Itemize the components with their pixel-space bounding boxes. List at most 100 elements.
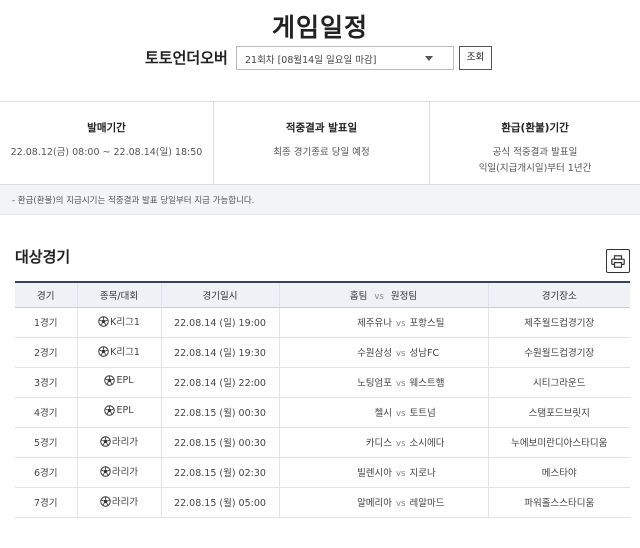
match-teams: 카디스 vs 소시에다 <box>278 427 488 458</box>
league-cell: 라리가 <box>76 487 161 518</box>
league-cell: 라리가 <box>76 457 161 488</box>
home-team: 제주유나 <box>357 318 393 329</box>
league-name: EPL <box>116 375 134 386</box>
table-row[interactable]: 2경기 K리그1 22.08.14 (일) 19:30 수원삼성 vs 성남FC 수… <box>15 337 630 368</box>
match-no: 7경기 <box>15 487 77 518</box>
league-name: EPL <box>116 405 134 416</box>
match-teams: 알메리아 vs 레알마드 <box>278 487 488 518</box>
col-header-vs: vs <box>374 291 384 302</box>
soccer-ball-icon <box>98 316 109 327</box>
venue: 수원월드컵경기장 <box>487 337 630 368</box>
round-select-value: 21회차 [08월14일 일요일 마감] <box>245 55 377 66</box>
section-title: 대상경기 <box>15 248 71 266</box>
match-no: 5경기 <box>15 427 77 458</box>
table-row[interactable]: 4경기 EPL 22.08.15 (월) 00:30 첼시 vs 토트넘 스탬포드브… <box>15 397 630 428</box>
league-name: 라리가 <box>111 497 139 509</box>
caret-down-icon <box>425 56 433 61</box>
match-table: 경기 종목/대회 경기일시 홈팀 vs 원정팀 경기장소 1경기 K리그1 22… <box>15 281 630 518</box>
home-team: 알메리아 <box>357 498 393 509</box>
league-cell: K리그1 <box>76 307 161 338</box>
match-datetime: 22.08.15 (월) 02:30 <box>160 457 279 488</box>
match-datetime: 22.08.14 (일) 19:30 <box>160 337 279 368</box>
page-title: 게임일정 <box>271 13 368 42</box>
soccer-ball-icon <box>100 496 111 507</box>
vs-label: vs <box>396 469 406 479</box>
match-no: 1경기 <box>15 307 77 338</box>
match-teams: 수원삼성 vs 성남FC <box>278 337 488 368</box>
away-team: 토트넘 <box>409 408 436 419</box>
league-name: K리그1 <box>110 347 140 359</box>
league-name: 라리가 <box>111 437 139 449</box>
print-button[interactable] <box>606 249 630 273</box>
vs-label: vs <box>396 349 406 359</box>
soccer-ball-icon <box>98 346 109 357</box>
league-cell: EPL <box>76 367 161 398</box>
sale-period: 발매기간 22.08.12(금) 08:00 ~ 22.08.14(일) 18:… <box>0 102 213 184</box>
sale-period-head: 발매기간 <box>87 122 126 134</box>
vs-label: vs <box>396 409 406 419</box>
league-cell: EPL <box>76 397 161 428</box>
result-date-head: 적중결과 발표일 <box>285 122 358 134</box>
soccer-ball-icon <box>104 375 116 386</box>
match-datetime: 22.08.14 (일) 22:00 <box>160 367 279 398</box>
home-team: 수원삼성 <box>357 348 393 359</box>
venue: 제주월드컵경기장 <box>487 307 630 338</box>
table-row[interactable]: 3경기 EPL 22.08.14 (일) 22:00 노팅엄포 vs 웨스트햄 시티… <box>15 367 630 398</box>
round-selector-row: 토토언더오버 21회차 [08월14일 일요일 마감] 조회 <box>0 46 640 72</box>
col-header-datetime: 경기일시 <box>160 281 279 308</box>
league-cell: K리그1 <box>76 337 161 368</box>
soccer-ball-icon <box>100 466 111 477</box>
match-no: 3경기 <box>15 367 77 398</box>
match-teams: 제주유나 vs 포항스틸 <box>278 307 488 338</box>
league-name: 라리가 <box>111 467 139 479</box>
table-row[interactable]: 1경기 K리그1 22.08.14 (일) 19:00 제주유나 vs 포항스틸 제… <box>15 307 630 338</box>
table-row[interactable]: 5경기 라리가 22.08.15 (월) 00:30 카디스 vs 소시에다 누에보… <box>15 427 630 458</box>
printer-icon <box>611 254 625 268</box>
away-team: 성남FC <box>409 348 440 359</box>
info-box: 발매기간 22.08.12(금) 08:00 ~ 22.08.14(일) 18:… <box>0 101 640 185</box>
refund-period-body-2: 익일(지급개시일)부터 1년간 <box>478 163 592 174</box>
venue: 스탬포드브릿지 <box>487 397 630 428</box>
sale-period-body: 22.08.12(금) 08:00 ~ 22.08.14(일) 18:50 <box>10 147 203 158</box>
match-no: 2경기 <box>15 337 77 368</box>
match-teams: 첼시 vs 토트넘 <box>278 397 488 428</box>
away-team: 웨스트햄 <box>409 378 445 389</box>
venue: 파워홀스스타디움 <box>487 487 630 518</box>
col-header-no: 경기 <box>15 281 77 308</box>
soccer-ball-icon <box>100 436 111 447</box>
col-header-league: 종목/대회 <box>76 281 161 308</box>
round-select[interactable]: 21회차 [08월14일 일요일 마감] <box>236 46 454 70</box>
match-datetime: 22.08.15 (월) 00:30 <box>160 397 279 428</box>
venue: 메스타야 <box>487 457 630 488</box>
refund-notice: - 환급(환불)의 지급시기는 적중결과 발표 당일부터 지급 가능합니다. <box>0 185 640 215</box>
match-datetime: 22.08.14 (일) 19:00 <box>160 307 279 338</box>
home-team: 빌렌시아 <box>357 468 393 479</box>
match-teams: 빌렌시아 vs 지로나 <box>278 457 488 488</box>
home-team: 노팅엄포 <box>357 378 393 389</box>
table-row[interactable]: 6경기 라리가 22.08.15 (월) 02:30 빌렌시아 vs 지로나 메스타… <box>15 457 630 488</box>
league-cell: 라리가 <box>76 427 161 458</box>
table-row[interactable]: 7경기 라리가 22.08.15 (월) 05:00 알메리아 vs 레알마드 파워… <box>15 487 630 518</box>
home-team: 첼시 <box>374 408 393 419</box>
col-header-match: 홈팀 vs 원정팀 <box>278 281 488 308</box>
match-no: 4경기 <box>15 397 77 428</box>
away-team: 소시에다 <box>409 438 445 449</box>
refund-period-head: 환급(환불)기간 <box>501 122 569 134</box>
home-team: 카디스 <box>365 438 393 449</box>
venue: 누에보미란디아스타디움 <box>487 427 630 458</box>
result-date: 적중결과 발표일 최종 경기종료 당일 예정 <box>213 102 429 184</box>
match-teams: 노팅엄포 vs 웨스트햄 <box>278 367 488 398</box>
away-team: 지로나 <box>409 468 436 479</box>
vs-label: vs <box>396 319 406 329</box>
search-button[interactable]: 조회 <box>459 46 492 70</box>
col-header-away: 원정팀 <box>390 290 418 302</box>
away-team: 레알마드 <box>409 498 445 509</box>
vs-label: vs <box>396 439 406 449</box>
result-date-body: 최종 경기종료 당일 예정 <box>273 147 370 158</box>
vs-label: vs <box>396 379 406 389</box>
refund-period-body-1: 공식 적중결과 발표일 <box>492 147 578 158</box>
vs-label: vs <box>396 499 406 509</box>
match-datetime: 22.08.15 (월) 05:00 <box>160 487 279 518</box>
soccer-ball-icon <box>104 405 116 416</box>
col-header-home: 홈팀 <box>349 290 368 302</box>
